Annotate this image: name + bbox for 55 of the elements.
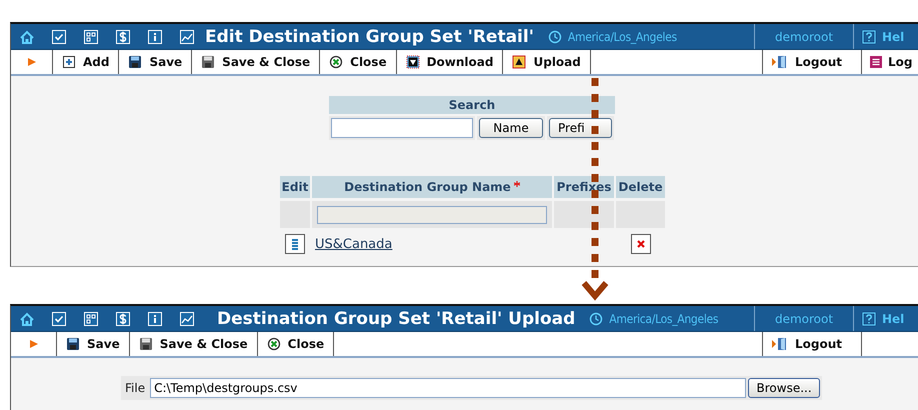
page-title: Destination Group Set 'Retail' Upload <box>217 308 576 328</box>
home-icon[interactable] <box>19 28 35 44</box>
layout-icon[interactable] <box>83 28 99 44</box>
door-icon <box>772 337 788 351</box>
info-icon[interactable] <box>147 28 163 44</box>
help-link[interactable]: Hel <box>853 306 918 331</box>
help-link[interactable]: Hel <box>853 24 918 49</box>
filter-field[interactable] <box>312 201 552 228</box>
checkbox-icon[interactable] <box>51 310 67 326</box>
search-field[interactable] <box>331 118 473 138</box>
save-icon <box>66 337 80 351</box>
dollar-icon[interactable] <box>115 28 131 44</box>
group-link[interactable]: US&Canada <box>315 236 392 252</box>
chart-icon[interactable] <box>179 28 195 44</box>
username[interactable]: demoroot <box>754 24 853 49</box>
save-close-icon <box>138 337 153 351</box>
add-icon <box>62 55 76 69</box>
home-icon[interactable] <box>19 310 35 326</box>
delete-icon[interactable] <box>630 234 650 254</box>
checkbox-icon[interactable] <box>51 28 67 44</box>
timezone-link[interactable]: America/Los_Angeles <box>609 312 718 326</box>
list-icon <box>869 55 883 69</box>
username[interactable]: demoroot <box>754 306 853 331</box>
search-header: Search <box>329 96 615 114</box>
timezone-link[interactable]: America/Los_Angeles <box>568 30 677 44</box>
required-icon <box>514 181 520 187</box>
help-icon <box>862 30 876 44</box>
empty-cell <box>554 201 614 228</box>
close-icon <box>266 337 281 351</box>
search-button[interactable]: Prefi <box>549 118 612 138</box>
chart-icon[interactable] <box>179 310 195 326</box>
save-close-icon <box>201 55 216 69</box>
info-icon[interactable] <box>147 310 163 326</box>
file-path-field[interactable]: C:\Temp\destgroups.csv <box>150 378 746 398</box>
layout-icon[interactable] <box>83 310 99 326</box>
column-header: Delete <box>616 176 665 198</box>
save-icon <box>128 55 142 69</box>
column-header: Edit <box>280 176 310 198</box>
edit-icon[interactable] <box>285 234 305 254</box>
clock-icon <box>589 312 604 326</box>
clock-icon <box>548 30 562 44</box>
help-icon <box>862 312 876 326</box>
page-title: Edit Destination Group Set 'Retail' <box>205 26 534 46</box>
browse-button[interactable]: Browse... <box>748 378 820 398</box>
download-icon <box>406 55 420 69</box>
dollar-icon[interactable] <box>115 310 131 326</box>
play-icon[interactable] <box>26 57 36 67</box>
column-header: Destination Group Name <box>312 176 552 198</box>
search-button[interactable]: Name <box>479 118 543 138</box>
play-icon[interactable] <box>28 339 38 349</box>
upload-icon <box>512 55 526 69</box>
field-label: File <box>124 381 146 395</box>
close-icon <box>329 55 344 69</box>
column-header: Prefixes <box>554 176 614 198</box>
door-icon <box>772 55 788 69</box>
